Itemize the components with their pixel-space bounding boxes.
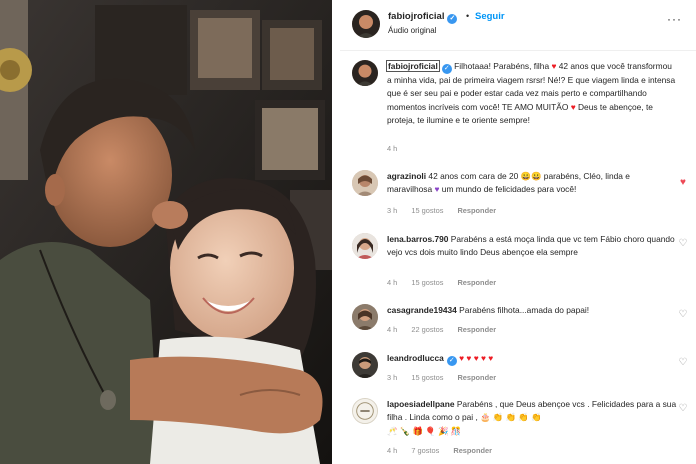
comment-avatar-image xyxy=(352,170,378,196)
grin-emoji-icon: 😀😀 xyxy=(520,171,542,181)
comment-item: leandrodlucca ✓ ♥ ♥ ♥ ♥ ♥ 3 h 15 gostos R… xyxy=(340,352,696,388)
comment-likes[interactable]: 7 gostos xyxy=(411,446,439,455)
separator-dot: • xyxy=(466,11,470,21)
comment-time: 4 h xyxy=(387,278,398,287)
comment-username[interactable]: agrazinoli xyxy=(387,171,426,181)
comment-likes[interactable]: 15 gostos xyxy=(411,206,443,215)
comment-time: 4 h xyxy=(387,325,398,334)
comment-username[interactable]: casagrande19434 xyxy=(387,305,457,315)
reply-button[interactable]: Responder xyxy=(457,278,496,287)
like-heart-filled-icon[interactable]: ♥ xyxy=(678,178,688,188)
caption-avatar-image xyxy=(352,60,378,86)
post-photo[interactable] xyxy=(0,0,332,464)
comment-text: casagrande19434 Parabéns filhota...amada… xyxy=(387,304,677,317)
comment-avatar-image xyxy=(352,304,378,330)
comment-username[interactable]: leandrodlucca xyxy=(387,353,444,363)
party-emoji-icon: 🥂 🍾 🎁 🎈 🎉 🎊 xyxy=(387,425,462,436)
like-heart-outline-icon[interactable]: ♡ xyxy=(678,239,688,249)
purple-heart-icon: ♥ xyxy=(434,184,440,195)
like-heart-outline-icon[interactable]: ♡ xyxy=(678,358,688,368)
comment-text-c: um mundo de felicidades para você! xyxy=(441,184,577,195)
comment-body: Parabéns filhota...amada do papai! xyxy=(459,305,590,315)
comment-item: agrazinoli 42 anos com cara de 20 😀😀 par… xyxy=(340,170,696,220)
reply-button[interactable]: Responder xyxy=(457,206,496,215)
red-heart-icon: ♥ xyxy=(551,61,557,71)
comment-likes[interactable]: 15 gostos xyxy=(411,373,443,382)
comment-item: lapoesiadellpane Parabéns , que Deus abe… xyxy=(340,398,696,464)
author-username-text[interactable]: fabiojroficial xyxy=(388,11,444,22)
comment-avatar-image xyxy=(352,233,378,259)
comment-time: 3 h xyxy=(387,373,398,382)
comment-likes[interactable]: 15 gostos xyxy=(411,278,443,287)
caption-text: fabiojroficial ✓ Filhotaaa! Parabéns, fil… xyxy=(386,60,677,128)
comment-time: 3 h xyxy=(387,206,398,215)
comment-avatar[interactable] xyxy=(352,170,378,196)
caption: fabiojroficial ✓ Filhotaaa! Parabéns, fil… xyxy=(340,60,696,160)
comment-likes[interactable]: 22 gostos xyxy=(411,325,443,334)
follow-button[interactable]: Seguir xyxy=(475,11,505,22)
comment-text: agrazinoli 42 anos com cara de 20 😀😀 par… xyxy=(387,170,677,197)
red-hearts-icon: ♥ ♥ ♥ ♥ ♥ xyxy=(459,353,494,363)
verified-badge-icon: ✓ xyxy=(447,14,458,24)
reply-button[interactable]: Responder xyxy=(457,325,496,334)
reply-button[interactable]: Responder xyxy=(453,446,492,455)
reply-button[interactable]: Responder xyxy=(457,373,496,382)
post-side-panel: fabiojroficial ✓ • Seguir Áudio original … xyxy=(340,0,696,464)
comment-avatar-image xyxy=(352,352,378,378)
header-divider xyxy=(340,50,696,51)
caption-verified-icon: ✓ xyxy=(441,64,452,74)
more-options-icon[interactable]: ··· xyxy=(667,12,682,26)
comment-item: lena.barros.790 Parabéns a está moça lin… xyxy=(340,233,696,293)
celebration-emoji-icon: 🎂 👏 👏 👏 👏 xyxy=(480,412,542,423)
comment-meta: 4 h 7 gostos Responder xyxy=(387,446,504,455)
comment-text: leandrodlucca ✓ ♥ ♥ ♥ ♥ ♥ xyxy=(387,352,677,366)
author-username[interactable]: fabiojroficial ✓ xyxy=(388,11,458,24)
comment-meta: 3 h 15 gostos Responder xyxy=(387,373,508,382)
like-heart-outline-icon[interactable]: ♡ xyxy=(678,310,688,320)
comment-text: lena.barros.790 Parabéns a está moça lin… xyxy=(387,233,677,260)
author-avatar-image xyxy=(352,10,380,38)
comment-verified-icon: ✓ xyxy=(446,356,457,366)
comment-text: lapoesiadellpane Parabéns , que Deus abe… xyxy=(387,398,677,438)
comment-avatar[interactable] xyxy=(352,233,378,259)
comment-meta: 4 h 15 gostos Responder xyxy=(387,278,508,287)
comment-username[interactable]: lena.barros.790 xyxy=(387,234,448,244)
caption-avatar[interactable] xyxy=(352,60,378,86)
comment-text-a: 42 anos com cara de 20 xyxy=(428,171,519,181)
comment-avatar[interactable] xyxy=(352,398,378,424)
comment-username[interactable]: lapoesiadellpane xyxy=(387,399,455,409)
comment-avatar-image xyxy=(353,399,377,423)
comment-avatar[interactable] xyxy=(352,304,378,330)
photo-father-kissing-daughter xyxy=(0,0,332,464)
caption-time: 4 h xyxy=(387,144,398,153)
red-heart-icon: ♥ xyxy=(570,101,576,112)
comment-meta: 3 h 15 gostos Responder xyxy=(387,206,508,215)
comment-avatar[interactable] xyxy=(352,352,378,378)
comment-item: casagrande19434 Parabéns filhota...amada… xyxy=(340,304,696,340)
post-header: fabiojroficial ✓ • Seguir Áudio original … xyxy=(340,0,696,50)
audio-label[interactable]: Áudio original xyxy=(388,26,436,35)
like-heart-outline-icon[interactable]: ♡ xyxy=(678,404,688,414)
author-avatar[interactable] xyxy=(352,10,380,38)
caption-username[interactable]: fabiojroficial xyxy=(386,60,440,72)
comment-time: 4 h xyxy=(387,446,398,455)
caption-text-1: Filhotaaa! Parabéns, filha xyxy=(454,61,550,71)
comment-meta: 4 h 22 gostos Responder xyxy=(387,325,508,334)
